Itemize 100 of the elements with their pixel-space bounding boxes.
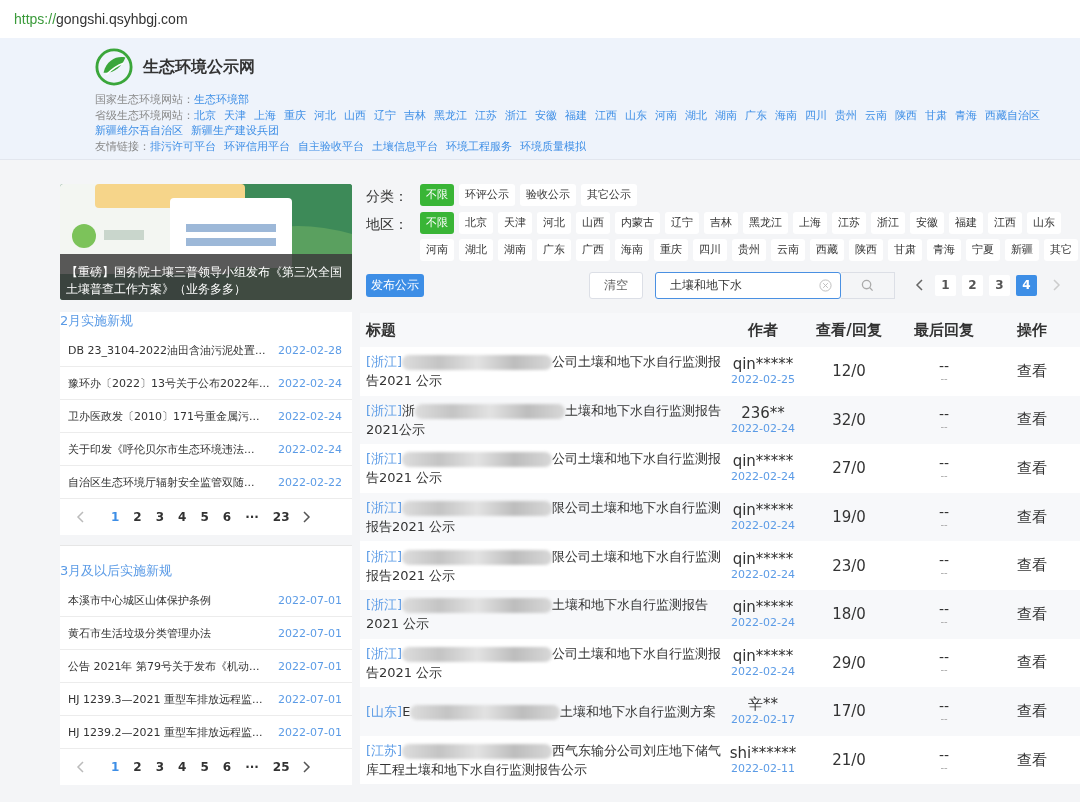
view-link[interactable]: 查看 [1017, 750, 1047, 770]
filter-option[interactable]: 安徽 [910, 212, 944, 234]
filter-option[interactable]: 验收公示 [520, 184, 576, 206]
filter-option[interactable]: 广东 [537, 239, 571, 261]
filter-option[interactable]: 吉林 [704, 212, 738, 234]
next-page-icon[interactable] [302, 761, 311, 773]
news-link[interactable]: 豫环办〔2022〕13号关于公布2022年... [68, 375, 270, 391]
page-link[interactable]: 5 [199, 760, 210, 774]
search-icon [861, 278, 874, 292]
filter-option[interactable]: 山西 [576, 212, 610, 234]
news-date: 2022-07-01 [278, 725, 342, 739]
view-reply-count: 29/0 [832, 653, 866, 672]
notice-title-link[interactable]: [浙江]浙 土壤和地下水自行监测报告2021公示 [366, 400, 724, 439]
page-link[interactable]: 1 [935, 274, 956, 296]
page-link[interactable]: 6 [221, 510, 233, 524]
news-link[interactable]: HJ 1239.3—2021 重型车排放远程监... [68, 691, 263, 707]
filter-label: 分类： [365, 187, 409, 206]
post-date: 2022-02-25 [731, 373, 795, 387]
filter-option[interactable]: 河北 [537, 212, 571, 234]
filter-option[interactable]: 四川 [693, 239, 727, 261]
filter-option[interactable]: 北京 [459, 212, 493, 234]
page-link[interactable]: 5 [199, 510, 210, 524]
filter-option[interactable]: 宁夏 [966, 239, 1000, 261]
last-reply-date: -- [940, 712, 948, 724]
news-link[interactable]: 公告 2021年 第79号关于发布《机动... [68, 658, 260, 674]
filter-option[interactable]: 河南 [420, 239, 454, 261]
filter-option[interactable]: 环评公示 [459, 184, 515, 206]
news-date: 2022-02-22 [278, 475, 342, 489]
view-link[interactable]: 查看 [1017, 701, 1047, 721]
filter-option[interactable]: 新疆 [1005, 239, 1039, 261]
page-link[interactable]: 23 [271, 510, 291, 524]
page-link[interactable]: 25 [271, 760, 291, 774]
filter-option[interactable]: 江西 [988, 212, 1022, 234]
news-link[interactable]: 本溪市中心城区山体保护条例 [68, 592, 211, 608]
filter-option[interactable]: 广西 [576, 239, 610, 261]
filter-option[interactable]: 陕西 [849, 239, 883, 261]
clear-input-icon[interactable] [819, 278, 832, 292]
news-link[interactable]: 卫办医政发〔2010〕171号重金属污... [68, 408, 260, 424]
page-link[interactable]: ··· [244, 510, 260, 524]
news-link[interactable]: 自治区生态环境厅辐射安全监管双随... [68, 474, 255, 490]
last-reply-date: -- [940, 421, 948, 433]
filter-option[interactable]: 浙江 [871, 212, 905, 234]
filter-option[interactable]: 山东 [1027, 212, 1061, 234]
news-date: 2022-07-01 [278, 626, 342, 640]
filter-option[interactable]: 福建 [949, 212, 983, 234]
notice-title-link[interactable]: [山东]E 土壤和地下水自行监测方案 [366, 701, 717, 721]
page-link[interactable]: ··· [244, 760, 260, 774]
leaf-logo-icon [95, 48, 133, 86]
filter-option[interactable]: 内蒙古 [615, 212, 660, 234]
previous-page-icon[interactable] [915, 279, 923, 291]
filter-option[interactable]: 海南 [615, 239, 649, 261]
next-page-icon[interactable] [302, 511, 311, 523]
page-link[interactable]: 2 [132, 760, 143, 774]
notice-title-link[interactable]: [浙江] 土壤和地下水自行监测报告2021 公示 [366, 595, 724, 634]
filter-option[interactable]: 辽宁 [665, 212, 699, 234]
view-link[interactable]: 查看 [1017, 410, 1047, 430]
filter-option[interactable]: 甘肃 [888, 239, 922, 261]
filter-option[interactable]: 西藏 [810, 239, 844, 261]
filter-label: 地区： [365, 215, 409, 234]
filter-option[interactable]: 贵州 [732, 239, 766, 261]
search-field[interactable]: 土壤和地下水 [655, 271, 841, 299]
page-link[interactable]: 2 [962, 274, 983, 296]
search-button[interactable] [841, 271, 895, 299]
notice-title-link[interactable]: [浙江] 限公司土壤和地下水自行监测报告2021 公示 [366, 546, 724, 585]
notice-title-link[interactable]: [浙江] 公司土壤和地下水自行监测报告2021 公示 [366, 352, 724, 391]
page-link[interactable]: 4 [177, 510, 188, 524]
news-link[interactable]: 黄石市生活垃圾分类管理办法 [68, 625, 211, 641]
filter-option[interactable]: 重庆 [654, 239, 688, 261]
page-link[interactable]: 4 [177, 760, 188, 774]
filter-option[interactable]: 上海 [793, 212, 827, 234]
view-link[interactable]: 查看 [1017, 361, 1047, 381]
view-link[interactable]: 查看 [1017, 604, 1047, 624]
notice-title-link[interactable]: [浙江] 公司土壤和地下水自行监测报告2021 公示 [366, 449, 724, 488]
page-link[interactable]: 2 [132, 510, 143, 524]
view-link[interactable]: 查看 [1017, 507, 1047, 527]
notice-title-link[interactable]: [浙江] 公司土壤和地下水自行监测报告2021 公示 [366, 643, 724, 682]
filter-option[interactable]: 黑龙江 [743, 212, 788, 234]
filter-option[interactable]: 江苏 [832, 212, 866, 234]
filter-option[interactable]: 其它 [1044, 239, 1078, 261]
view-link[interactable]: 查看 [1017, 653, 1047, 673]
address-bar[interactable]: https://gongshi.qsyhbgj.com [0, 0, 1080, 38]
page-link[interactable]: 6 [221, 760, 233, 774]
notice-title-link[interactable]: [江苏] 西气东输分公司刘庄地下储气库工程土壤和地下水自行监测报告公示 [366, 741, 724, 780]
filter-option[interactable]: 其它公示 [581, 184, 637, 206]
page-link[interactable]: 3 [154, 510, 166, 524]
filter-option[interactable]: 天津 [498, 212, 532, 234]
view-link[interactable]: 查看 [1017, 556, 1047, 576]
filter-option[interactable]: 云南 [771, 239, 805, 261]
page-link[interactable]: 3 [154, 760, 166, 774]
clear-button[interactable]: 清空 [589, 271, 643, 299]
news-link[interactable]: 关于印发《呼伦贝尔市生态环境违法... [68, 441, 255, 457]
view-link[interactable]: 查看 [1017, 459, 1047, 478]
site-title: 生态环境公示网 [143, 56, 255, 78]
notice-title-link[interactable]: [浙江] 限公司土壤和地下水自行监测报告2021 公示 [366, 498, 724, 537]
filter-option[interactable]: 湖北 [459, 239, 493, 261]
news-link[interactable]: HJ 1239.2—2021 重型车排放远程监... [68, 724, 263, 740]
page-link[interactable]: 3 [989, 274, 1010, 296]
filter-option[interactable]: 湖南 [498, 239, 532, 261]
news-link[interactable]: DB 23_3104-2022油田含油污泥处置... [68, 342, 266, 358]
filter-option[interactable]: 青海 [927, 239, 961, 261]
